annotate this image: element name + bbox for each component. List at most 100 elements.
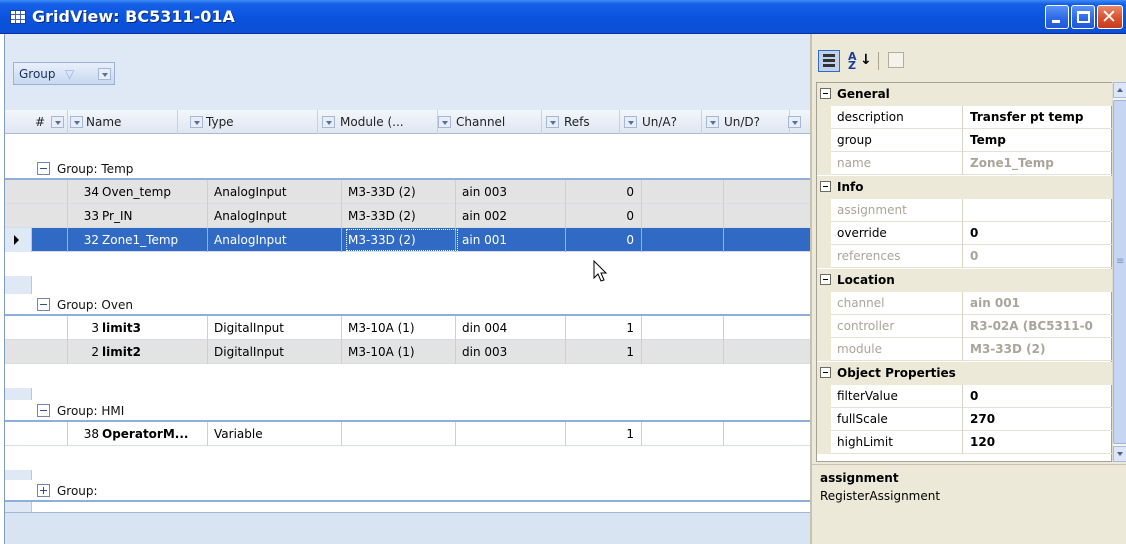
un-a-cell[interactable]: [642, 228, 724, 252]
group-row-unassigned[interactable]: Group:: [5, 480, 811, 502]
property-row-highlimit[interactable]: highLimit 120: [817, 431, 1113, 454]
type-cell[interactable]: DigitalInput: [208, 340, 342, 364]
dropdown-arrow-icon[interactable]: [624, 116, 637, 128]
row-indicator[interactable]: [5, 228, 32, 252]
name-cell[interactable]: OperatorM...: [98, 422, 208, 446]
channel-cell[interactable]: [456, 422, 566, 446]
property-value[interactable]: Temp: [970, 133, 1006, 147]
minimize-button[interactable]: [1045, 5, 1069, 29]
property-value[interactable]: 270: [970, 412, 995, 426]
table-row[interactable]: 33 Pr_IN AnalogInput M3-33D (2) ain 002 …: [5, 204, 811, 228]
column-header-un-a[interactable]: Un/A?: [620, 110, 702, 134]
property-row-description[interactable]: description Transfer pt temp: [817, 106, 1113, 129]
refs-cell[interactable]: 0: [566, 228, 642, 252]
property-row-assignment[interactable]: assignment: [817, 199, 1113, 222]
table-row[interactable]: 3 limit3 DigitalInput M3-10A (1) din 004…: [5, 316, 811, 340]
name-cell[interactable]: Pr_IN: [98, 204, 208, 228]
scroll-thumb[interactable]: [1113, 100, 1126, 444]
un-d-cell[interactable]: [724, 228, 811, 252]
collapse-icon[interactable]: [37, 404, 50, 417]
dropdown-arrow-icon[interactable]: [51, 116, 64, 128]
un-a-cell[interactable]: [642, 316, 724, 340]
un-a-cell[interactable]: [642, 204, 724, 228]
collapse-icon[interactable]: [820, 181, 831, 192]
type-cell[interactable]: AnalogInput: [208, 180, 342, 204]
name-cell[interactable]: limit2: [98, 340, 208, 364]
un-d-cell[interactable]: [724, 422, 811, 446]
refs-cell[interactable]: 0: [566, 204, 642, 228]
group-row-oven[interactable]: Group: Oven: [5, 294, 811, 316]
column-header-number[interactable]: #: [5, 110, 68, 134]
collapse-icon[interactable]: [37, 162, 50, 175]
collapse-icon[interactable]: [820, 274, 831, 285]
refs-cell[interactable]: 1: [566, 316, 642, 340]
dropdown-arrow-icon[interactable]: [322, 116, 335, 128]
category-general[interactable]: General: [817, 83, 1113, 106]
categorized-button[interactable]: [818, 50, 840, 72]
maximize-button[interactable]: [1071, 5, 1095, 29]
scroll-down-icon[interactable]: [1113, 446, 1126, 462]
type-cell[interactable]: AnalogInput: [208, 228, 342, 252]
expand-icon[interactable]: [37, 484, 50, 497]
module-cell[interactable]: [342, 422, 456, 446]
un-a-cell[interactable]: [642, 422, 724, 446]
collapse-icon[interactable]: [820, 367, 831, 378]
un-d-cell[interactable]: [724, 340, 811, 364]
group-by-chip[interactable]: Group ▽: [13, 62, 115, 85]
dropdown-arrow-icon[interactable]: [546, 116, 559, 128]
channel-cell[interactable]: din 004: [456, 316, 566, 340]
property-scrollbar[interactable]: [1112, 82, 1126, 462]
property-value[interactable]: 0: [970, 389, 978, 403]
scroll-up-icon[interactable]: [1113, 82, 1126, 98]
refs-cell[interactable]: 1: [566, 340, 642, 364]
column-header-module[interactable]: Module (...: [318, 110, 438, 134]
collapse-icon[interactable]: [37, 298, 50, 311]
column-header-channel[interactable]: Channel: [438, 110, 542, 134]
channel-cell[interactable]: ain 001: [456, 228, 566, 252]
property-row-fullscale[interactable]: fullScale 270: [817, 408, 1113, 431]
dropdown-arrow-icon[interactable]: [98, 68, 111, 80]
dropdown-arrow-icon[interactable]: [788, 116, 801, 128]
dropdown-arrow-icon[interactable]: [438, 116, 451, 128]
dropdown-arrow-icon[interactable]: [190, 116, 203, 128]
module-cell[interactable]: M3-33D (2): [342, 204, 456, 228]
un-d-cell[interactable]: [724, 316, 811, 340]
refs-cell[interactable]: 0: [566, 180, 642, 204]
property-row-name[interactable]: name Zone1_Temp: [817, 152, 1113, 175]
property-row-controller[interactable]: controller R3-02A (BC5311-0: [817, 315, 1113, 338]
table-row-selected[interactable]: 32 Zone1_Temp AnalogInput M3-33D (2) ain…: [5, 228, 811, 252]
funnel-icon[interactable]: ▽: [65, 67, 74, 81]
property-row-module[interactable]: module M3-33D (2): [817, 338, 1113, 361]
un-a-cell[interactable]: [642, 180, 724, 204]
table-row[interactable]: 2 limit2 DigitalInput M3-10A (1) din 003…: [5, 340, 811, 364]
type-cell[interactable]: Variable: [208, 422, 342, 446]
property-row-group[interactable]: group Temp: [817, 129, 1113, 152]
module-cell[interactable]: M3-33D (2): [342, 180, 456, 204]
property-value[interactable]: 0: [970, 226, 978, 240]
module-cell[interactable]: M3-10A (1): [342, 340, 456, 364]
channel-cell[interactable]: ain 003: [456, 180, 566, 204]
property-row-filtervalue[interactable]: filterValue 0: [817, 385, 1113, 408]
group-row-hmi[interactable]: Group: HMI: [5, 400, 811, 422]
refs-cell[interactable]: 1: [566, 422, 642, 446]
property-value[interactable]: 120: [970, 435, 995, 449]
property-value[interactable]: Transfer pt temp: [970, 110, 1084, 124]
name-cell[interactable]: Oven_temp: [98, 180, 208, 204]
un-d-cell[interactable]: [724, 180, 811, 204]
collapse-icon[interactable]: [820, 88, 831, 99]
property-pages-icon[interactable]: [888, 52, 904, 68]
property-row-override[interactable]: override 0: [817, 222, 1113, 245]
category-info[interactable]: Info: [817, 176, 1113, 199]
un-d-cell[interactable]: [724, 204, 811, 228]
module-cell[interactable]: M3-10A (1): [342, 316, 456, 340]
name-cell[interactable]: Zone1_Temp: [98, 228, 208, 252]
property-row-references[interactable]: references 0: [817, 245, 1113, 268]
title-bar[interactable]: GridView: BC5311-01A ✕: [0, 0, 1126, 34]
channel-cell[interactable]: din 003: [456, 340, 566, 364]
category-object-properties[interactable]: Object Properties: [817, 362, 1113, 385]
table-row[interactable]: 34 Oven_temp AnalogInput M3-33D (2) ain …: [5, 180, 811, 204]
channel-cell[interactable]: ain 002: [456, 204, 566, 228]
column-header-name[interactable]: Name: [68, 110, 178, 134]
group-row-temp[interactable]: Group: Temp: [5, 158, 811, 180]
un-a-cell[interactable]: [642, 340, 724, 364]
